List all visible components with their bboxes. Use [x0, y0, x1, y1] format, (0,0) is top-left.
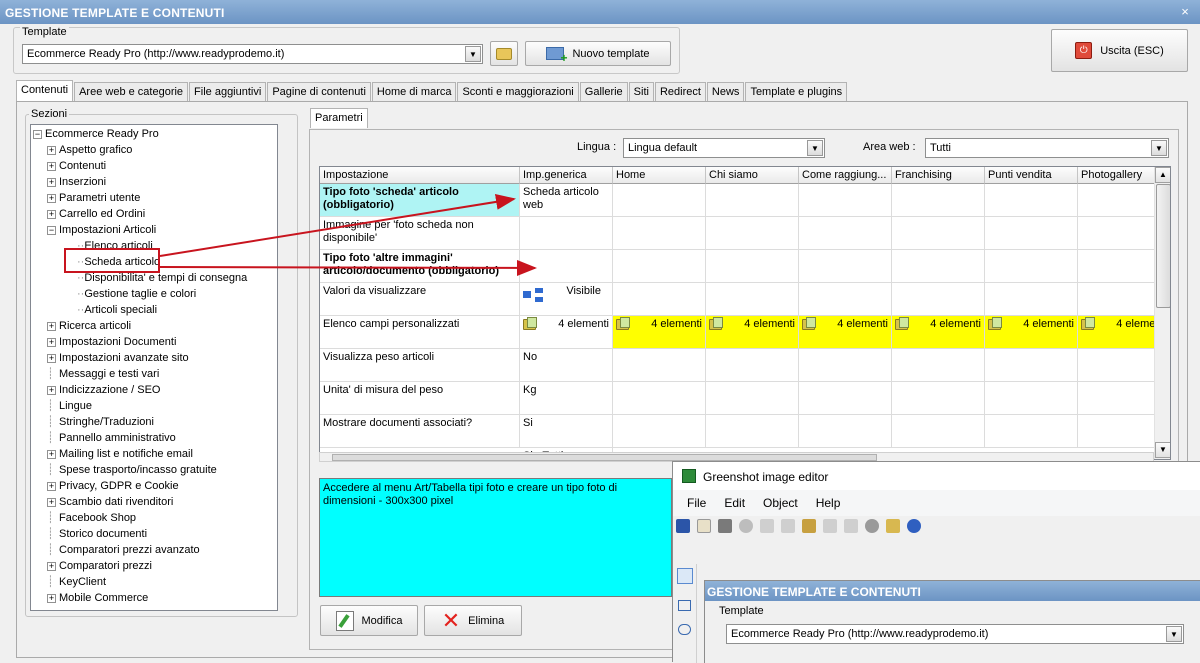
ellipse-tool-icon[interactable]: [678, 624, 691, 635]
redo-icon[interactable]: [844, 519, 858, 533]
greenshot-tools: [673, 564, 697, 663]
paste-icon[interactable]: [802, 519, 816, 533]
export-icon[interactable]: [886, 519, 900, 533]
menu-object[interactable]: Object: [763, 496, 798, 516]
chevron-down-icon[interactable]: ▼: [1166, 626, 1182, 642]
greenshot-title: Greenshot image editor: [703, 470, 829, 484]
greenshot-menubar: File Edit Object Help: [673, 490, 1200, 516]
undo-icon[interactable]: [823, 519, 837, 533]
menu-edit[interactable]: Edit: [724, 496, 745, 516]
greenshot-window: Greenshot image editor File Edit Object …: [672, 461, 1200, 663]
copy-icon[interactable]: [781, 519, 795, 533]
help-icon[interactable]: [907, 519, 921, 533]
inner-window-title: GESTIONE TEMPLATE E CONTENUTI: [705, 581, 1200, 601]
save-icon[interactable]: [676, 519, 690, 533]
clipboard-icon[interactable]: [697, 519, 711, 533]
greenshot-canvas[interactable]: GESTIONE TEMPLATE E CONTENUTI Template E…: [704, 580, 1200, 663]
remove-icon[interactable]: [739, 519, 753, 533]
inner-template-value: Ecommerce Ready Pro (http://www.readypro…: [731, 628, 989, 640]
settings-gear-icon[interactable]: [865, 519, 879, 533]
menu-help[interactable]: Help: [816, 496, 841, 516]
cursor-icon[interactable]: [677, 568, 693, 584]
greenshot-toolbar: [676, 519, 921, 533]
greenshot-app-icon: [682, 469, 696, 483]
print-icon[interactable]: [718, 519, 732, 533]
cut-icon[interactable]: [760, 519, 774, 533]
inner-template-label: Template: [719, 605, 764, 617]
inner-template-select[interactable]: Ecommerce Ready Pro (http://www.readypro…: [726, 624, 1184, 644]
rectangle-tool-icon[interactable]: [678, 600, 691, 611]
greenshot-titlebar: Greenshot image editor: [673, 462, 1200, 490]
menu-file[interactable]: File: [687, 496, 706, 516]
